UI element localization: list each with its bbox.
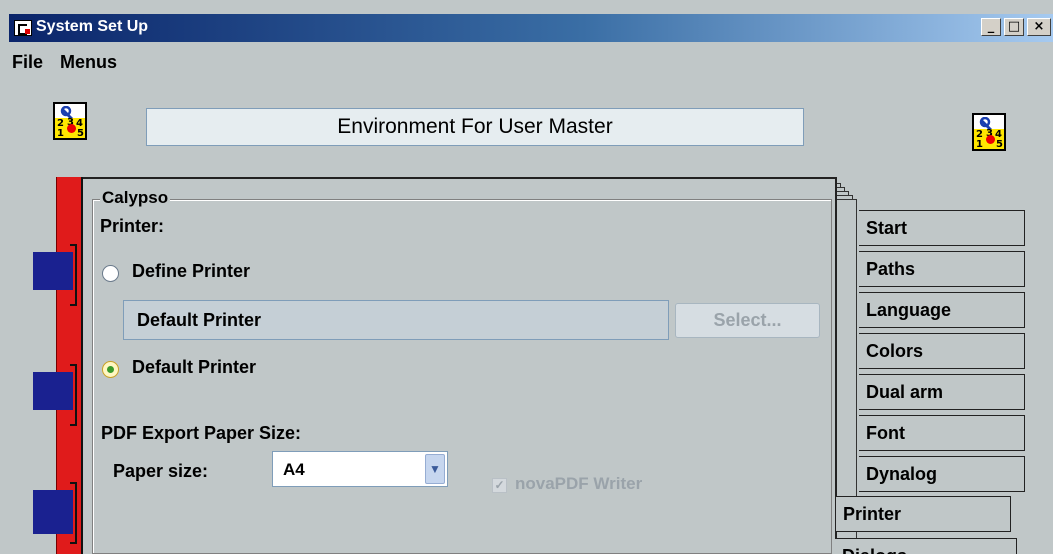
printer-name-field[interactable]: Default Printer: [123, 300, 669, 340]
group-title: Calypso: [100, 188, 171, 208]
close-button[interactable]: ×: [1027, 18, 1051, 36]
novapdf-checkbox[interactable]: ✓: [492, 478, 507, 493]
tab-font[interactable]: Font: [859, 415, 1025, 451]
binder-ring: [33, 490, 73, 534]
tab-dual-arm[interactable]: Dual arm: [859, 374, 1025, 410]
binder-ring: [33, 372, 73, 410]
minimize-button[interactable]: _: [981, 18, 1001, 36]
maximize-button[interactable]: □: [1004, 18, 1024, 36]
default-printer-radio[interactable]: [102, 361, 119, 378]
define-printer-label[interactable]: Define Printer: [132, 261, 250, 282]
app-icon[interactable]: [14, 20, 32, 36]
paper-size-value: A4: [283, 460, 305, 479]
environment-title: Environment For User Master: [146, 108, 804, 146]
menu-file[interactable]: File: [12, 52, 43, 73]
tab-paths[interactable]: Paths: [859, 251, 1025, 287]
content-area: 2 3 4 1 5 Environment For User Master 2 …: [9, 82, 1053, 554]
tab-dynalog[interactable]: Dynalog: [859, 456, 1025, 492]
menu-bar: File Menus: [9, 42, 1053, 82]
novapdf-label: novaPDF Writer: [515, 474, 643, 493]
tab-colors[interactable]: Colors: [859, 333, 1025, 369]
paper-size-label: Paper size:: [113, 461, 209, 481]
settings-tool-icon[interactable]: 2 3 4 1 5: [53, 102, 87, 140]
numbers-grid-icon: 2 3 4 1 5: [55, 117, 85, 140]
numbers-grid-icon: 2 3 4 1 5: [974, 128, 1004, 151]
printer-label: Printer:: [100, 216, 165, 236]
select-printer-button[interactable]: Select...: [675, 303, 820, 338]
tab-dialogs[interactable]: Dialogs: [835, 538, 1017, 554]
tab-start[interactable]: Start: [859, 210, 1025, 246]
define-printer-radio[interactable]: [102, 265, 119, 282]
title-bar[interactable]: System Set Up _ □ ×: [9, 14, 1053, 42]
menu-menus[interactable]: Menus: [60, 52, 117, 73]
pdf-export-label: PDF Export Paper Size:: [101, 423, 302, 443]
chevron-down-icon[interactable]: ▼: [425, 454, 445, 484]
binder-ring: [33, 252, 73, 290]
settings-tool-icon-right[interactable]: 2 3 4 1 5: [972, 113, 1006, 151]
tab-printer[interactable]: Printer: [835, 496, 1011, 532]
paper-size-select[interactable]: A4 ▼: [272, 451, 448, 487]
tab-language[interactable]: Language: [859, 292, 1025, 328]
window-title: System Set Up: [36, 18, 149, 35]
default-printer-label[interactable]: Default Printer: [132, 357, 256, 378]
